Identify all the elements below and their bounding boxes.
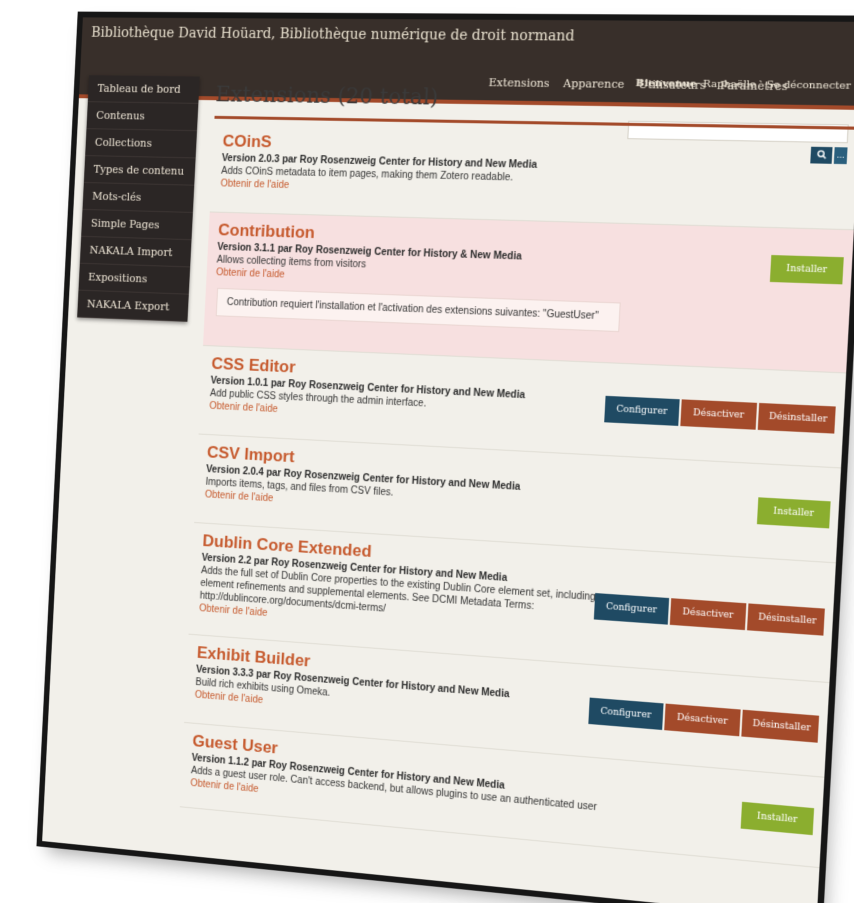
configure-button[interactable]: Configurer (604, 395, 680, 426)
sidebar-item-nakala-import[interactable]: NAKALA Import (79, 236, 192, 268)
sidebar-item-nakala-export[interactable]: NAKALA Export (77, 290, 189, 322)
extension-list: COinS Version 2.0.3 par Roy Rosenzweig C… (179, 123, 854, 869)
extension-actions: Installer (756, 497, 831, 529)
uninstall-button[interactable]: Désinstaller (747, 603, 825, 636)
page-title: Extensions (20 total) (215, 82, 439, 111)
sidebar-item-expositions[interactable]: Expositions (78, 263, 191, 295)
uninstall-button[interactable]: Désinstaller (757, 402, 836, 434)
site-subtitle: Bibliothèque numérique de droit normand (279, 26, 575, 45)
dependency-notice: Contribution requiert l'installation et … (215, 287, 621, 333)
deactivate-button[interactable]: Désactiver (680, 399, 758, 430)
site-name: Bibliothèque David Hoüard (90, 25, 272, 43)
sidebar-item-types-de-contenu[interactable]: Types de contenu (83, 156, 196, 186)
browser-screen: Bibliothèque David Hoüard, Bibliothèque … (42, 17, 854, 903)
install-button[interactable]: Installer (756, 497, 831, 529)
site-title-separator: , (270, 26, 276, 43)
sidebar: Tableau de bord Contenus Collections Typ… (77, 75, 200, 322)
configure-button[interactable]: Configurer (593, 593, 670, 625)
sidebar-item-simple-pages[interactable]: Simple Pages (81, 209, 193, 241)
install-button[interactable]: Installer (769, 255, 844, 285)
sidebar-item-mots-cles[interactable]: Mots-clés (82, 182, 195, 213)
sidebar-item-collections[interactable]: Collections (85, 129, 197, 159)
sidebar-item-contenus[interactable]: Contenus (86, 102, 199, 132)
sidebar-item-tableau-de-bord[interactable]: Tableau de bord (87, 75, 200, 104)
deactivate-button[interactable]: Désactiver (669, 598, 747, 631)
stage: Bibliothèque David Hoüard, Bibliothèque … (0, 0, 854, 903)
extension-actions: Installer (769, 255, 844, 285)
main-content: Extensions (20 total) COinS Version 2.0.… (177, 83, 854, 903)
site-title[interactable]: Bibliothèque David Hoüard, Bibliothèque … (91, 25, 575, 44)
